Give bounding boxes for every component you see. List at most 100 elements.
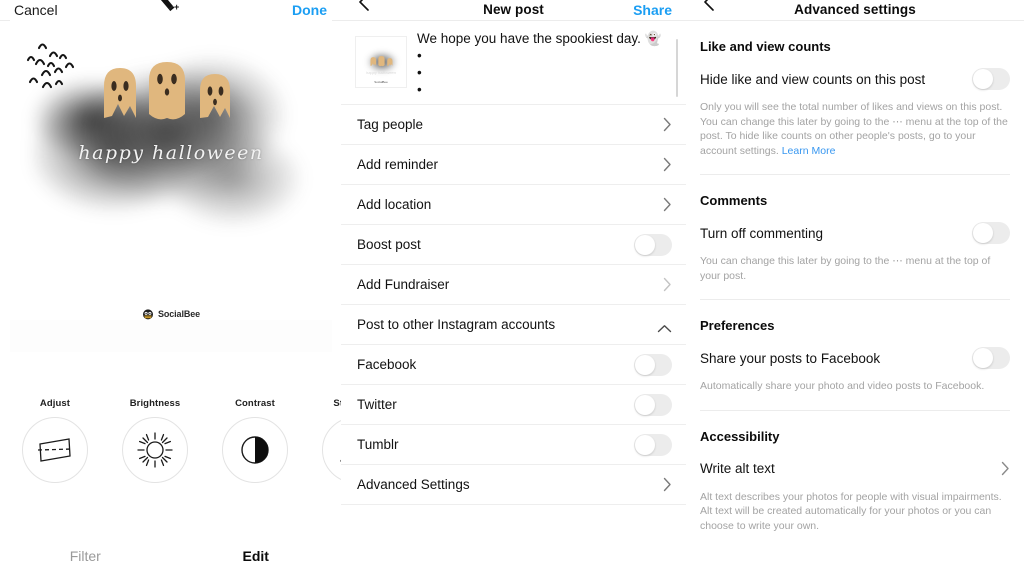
row-twitter-label: Twitter	[357, 397, 397, 412]
twitter-toggle[interactable]	[634, 393, 672, 416]
row-tag-people-label: Tag people	[357, 117, 424, 132]
svg-text:+: +	[174, 2, 179, 12]
tool-contrast-circle[interactable]	[222, 417, 288, 483]
section-heading-likes: Like and view counts	[700, 39, 831, 54]
post-thumbnail[interactable]: happy halloween SocialBee	[355, 36, 407, 88]
helper-preferences: Automatically share your photo and video…	[700, 380, 985, 392]
facebook-toggle[interactable]	[634, 353, 672, 376]
caption-editor[interactable]: happy halloween SocialBee We hope you ha…	[341, 21, 686, 105]
edit-tools-row: Adjust Brightness Contrast	[0, 398, 388, 483]
caption-scrollbar[interactable]	[676, 39, 678, 97]
toggle-knob	[973, 348, 993, 368]
photo-editor-panel: Cancel + Done happy halloween SocialBee …	[0, 0, 388, 576]
row-post-to-other-accounts[interactable]: Post to other Instagram accounts	[341, 305, 686, 345]
thumbnail-caption-art: happy halloween	[365, 70, 397, 75]
thumbnail-brand: SocialBee	[374, 80, 388, 84]
tool-brightness-circle[interactable]	[122, 417, 188, 483]
toggle-knob	[635, 434, 655, 455]
helper-comments: You can change this later by going to th…	[700, 255, 991, 282]
advanced-navbar: Advanced settings	[686, 0, 1024, 20]
tab-edit[interactable]: Edit	[171, 548, 342, 564]
post-caption-art: happy halloween	[78, 142, 264, 164]
row-add-reminder[interactable]: Add reminder	[341, 145, 686, 185]
tumblr-toggle[interactable]	[634, 433, 672, 456]
done-button[interactable]: Done	[292, 0, 327, 20]
chevron-right-icon	[663, 197, 672, 212]
learn-more-link[interactable]: Learn More	[782, 145, 836, 157]
editor-tabs: Filter Edit	[0, 548, 341, 564]
page-title: Advanced settings	[794, 2, 916, 17]
toggle-knob	[973, 69, 993, 89]
toggle-knob	[635, 394, 655, 415]
row-add-reminder-label: Add reminder	[357, 157, 439, 172]
caption-line-4: •	[417, 82, 422, 97]
share-to-facebook-toggle[interactable]	[972, 347, 1010, 369]
tool-contrast-label: Contrast	[235, 398, 275, 409]
back-chevron-icon[interactable]	[700, 0, 718, 20]
row-tumblr[interactable]: Tumblr	[341, 425, 686, 465]
row-tumblr-label: Tumblr	[357, 437, 399, 452]
ghosts-icon	[104, 62, 230, 120]
row-boost-post-label: Boost post	[357, 237, 421, 252]
helper-likes: Only you will see the total number of li…	[700, 92, 1010, 158]
thumbnail-ghosts-icon	[370, 56, 393, 67]
chevron-right-icon	[663, 277, 672, 292]
boost-post-toggle[interactable]	[634, 233, 672, 256]
row-tag-people[interactable]: Tag people	[341, 105, 686, 145]
tool-adjust-circle[interactable]	[22, 417, 88, 483]
row-share-posts-facebook[interactable]: Share your posts to Facebook	[700, 335, 1010, 371]
row-facebook-label: Facebook	[357, 357, 417, 372]
row-facebook[interactable]: Facebook	[341, 345, 686, 385]
turn-off-commenting-toggle[interactable]	[972, 222, 1010, 244]
toggle-knob	[635, 234, 655, 255]
row-turn-off-commenting[interactable]: Turn off commenting	[700, 210, 1010, 246]
caption-line-3: •	[417, 65, 422, 80]
row-turn-off-commenting-label: Turn off commenting	[700, 225, 824, 241]
caption-line-2: •	[417, 48, 422, 63]
row-boost-post[interactable]: Boost post	[341, 225, 686, 265]
row-hide-like-counts[interactable]: Hide like and view counts on this post	[700, 56, 1010, 92]
row-add-location[interactable]: Add location	[341, 185, 686, 225]
new-post-panel: New post Share happy halloween SocialBee…	[341, 0, 686, 576]
editor-navbar: Cancel + Done	[0, 0, 341, 20]
back-chevron-icon[interactable]	[355, 0, 373, 20]
advanced-settings-panel: Advanced settings Like and view counts H…	[686, 0, 1024, 576]
hide-like-counts-toggle[interactable]	[972, 68, 1010, 90]
row-post-to-other-accounts-label: Post to other Instagram accounts	[357, 317, 556, 332]
share-button[interactable]: Share	[633, 0, 672, 20]
section-heading-comments: Comments	[700, 193, 768, 208]
tool-brightness[interactable]: Brightness	[122, 398, 188, 483]
chevron-right-icon	[663, 477, 672, 492]
tool-adjust-label: Adjust	[39, 398, 71, 409]
helper-likes-text: Only you will see the total number of li…	[700, 101, 1008, 157]
app-screen: Cancel + Done happy halloween SocialBee …	[0, 0, 1024, 576]
cancel-button[interactable]: Cancel	[14, 0, 58, 20]
toggle-knob	[635, 354, 655, 375]
contrast-icon	[241, 436, 269, 464]
tool-contrast[interactable]: Contrast	[222, 398, 288, 483]
row-twitter[interactable]: Twitter	[341, 385, 686, 425]
photo-canvas[interactable]: happy halloween SocialBee	[10, 20, 332, 352]
row-add-location-label: Add location	[357, 197, 432, 212]
socialbee-branding: SocialBee	[10, 308, 332, 320]
tool-adjust[interactable]: Adjust	[22, 398, 88, 483]
newpost-navbar: New post Share	[341, 0, 686, 20]
row-add-fundraiser[interactable]: Add Fundraiser	[341, 265, 686, 305]
row-share-posts-facebook-label: Share your posts to Facebook	[700, 350, 881, 366]
helper-accessibility: Alt text describes your photos for peopl…	[700, 490, 1002, 532]
post-artwork: happy halloween SocialBee	[10, 20, 332, 320]
row-write-alt-text[interactable]: Write alt text	[700, 446, 1010, 482]
row-advanced-settings-label: Advanced Settings	[357, 477, 470, 492]
chevron-right-icon	[663, 117, 672, 132]
section-heading-accessibility: Accessibility	[700, 428, 780, 444]
section-heading-preferences: Preferences	[700, 318, 775, 333]
socialbee-logo-icon	[142, 309, 153, 320]
chevron-up-icon	[657, 320, 672, 333]
toggle-knob	[973, 223, 993, 243]
adjust-icon	[37, 438, 73, 462]
caption-text[interactable]: We hope you have the spookiest day. 👻 • …	[417, 29, 674, 98]
tab-filter[interactable]: Filter	[0, 548, 171, 564]
row-advanced-settings[interactable]: Advanced Settings	[341, 465, 686, 505]
row-write-alt-text-label: Write alt text	[700, 461, 775, 476]
magic-wand-icon[interactable]: +	[158, 0, 184, 20]
